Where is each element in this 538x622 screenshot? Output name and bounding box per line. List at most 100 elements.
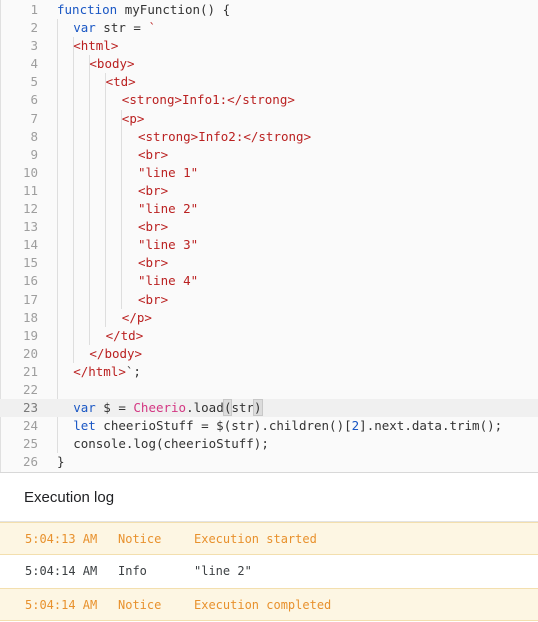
code-line[interactable]: 6 <strong>Info1:</strong>: [0, 91, 538, 109]
code-line-text: </p>: [122, 309, 152, 327]
code-token: <br>: [138, 182, 169, 198]
code-line-text: console.log(cheerioStuff);: [73, 435, 269, 453]
code-line[interactable]: 21 </html>`;: [0, 363, 538, 381]
code-editor[interactable]: 1 function myFunction() { 2 var str = ` 3 <ht…: [0, 0, 538, 473]
line-number: 16: [22, 273, 38, 289]
code-line[interactable]: 1 function myFunction() {: [0, 1, 538, 19]
code-token: "line 4": [138, 273, 199, 289]
code-token: var: [73, 400, 96, 416]
log-timestamp: 5:04:13 AM: [25, 531, 98, 546]
execution-log-panel: Execution log 5:04:13 AM Notice Execution …: [0, 473, 538, 622]
line-number: 12: [22, 201, 38, 217]
code-line-text: let cheerioStuff = $(str).children()[2].…: [73, 417, 502, 435]
code-line[interactable]: 20 </body>: [0, 345, 538, 363]
code-line-text: var $ = Cheerio.load(str): [73, 399, 263, 417]
log-timestamp: 5:04:14 AM: [25, 597, 98, 612]
code-line[interactable]: 4 <body>: [0, 55, 538, 73]
code-line[interactable]: 23 var $ = Cheerio.load(str): [0, 399, 538, 418]
code-line[interactable]: 8 <strong>Info2:</strong>: [0, 128, 538, 146]
code-line-text: "line 1": [138, 164, 198, 182]
code-line-text: <strong>Info2:</strong>: [138, 128, 311, 146]
code-line-text: function myFunction() {: [57, 1, 230, 19]
line-number: 17: [22, 291, 38, 307]
code-line-text: <br>: [138, 182, 168, 200]
code-line-text: <html>: [73, 37, 118, 55]
code-token: `;: [125, 363, 141, 379]
code-token: <br>: [138, 291, 169, 307]
code-line[interactable]: 26}: [0, 453, 538, 471]
line-number: 5: [30, 74, 38, 90]
line-number: 3: [30, 38, 38, 54]
line-number: 1: [30, 2, 38, 17]
execution-log-rows: 5:04:13 AM Notice Execution started 5:04:14…: [0, 522, 538, 622]
code-lines-container[interactable]: 1 function myFunction() { 2 var str = ` 3 <ht…: [0, 0, 538, 471]
code-line[interactable]: 15 <br>: [0, 254, 538, 272]
code-token: </body>: [89, 345, 143, 361]
code-token: "line 2": [138, 201, 199, 217]
code-line[interactable]: 10 "line 1": [0, 164, 538, 182]
code-line-text: <td>: [106, 73, 136, 91]
code-token: "line 1": [138, 164, 199, 180]
execution-log-title: Execution log: [24, 488, 115, 506]
code-line[interactable]: 16 "line 4": [0, 272, 538, 290]
code-line[interactable]: 17 <br>: [0, 291, 538, 309]
code-line-text: }: [57, 453, 65, 471]
line-number: 22: [22, 381, 38, 397]
code-token: function: [57, 2, 118, 17]
code-line-text: <p>: [122, 110, 145, 128]
code-token: <strong>Info2:</strong>: [138, 128, 312, 144]
line-number: 2: [30, 20, 38, 36]
code-line[interactable]: 11 <br>: [0, 182, 538, 200]
code-token: `: [148, 20, 156, 36]
line-number: 7: [30, 110, 38, 126]
code-token: () {: [200, 2, 231, 17]
line-number: 13: [22, 219, 38, 235]
code-token: $ =: [95, 400, 134, 416]
code-line-text: <body>: [89, 55, 134, 73]
code-token: ): [253, 399, 263, 417]
log-level: Notice: [118, 597, 162, 612]
code-token: <br>: [138, 146, 169, 162]
code-token: Cheerio: [133, 400, 187, 416]
code-token: str: [231, 400, 255, 416]
code-line[interactable]: 24 let cheerioStuff = $(str).children()[2…: [0, 417, 538, 435]
code-line[interactable]: 18 </p>: [0, 309, 538, 327]
code-token: <body>: [89, 56, 135, 72]
code-line-text: </td>: [106, 327, 144, 345]
execution-log-row: 5:04:13 AM Notice Execution started: [0, 522, 538, 555]
code-line-text: "line 3": [138, 236, 198, 254]
code-line-text: var str = `: [73, 19, 156, 37]
log-level: Info: [118, 564, 147, 578]
code-line[interactable]: 5 <td>: [0, 73, 538, 91]
line-number: 18: [22, 309, 38, 325]
code-token: </td>: [105, 327, 144, 343]
code-line[interactable]: 22: [0, 381, 538, 399]
code-line[interactable]: 12 "line 2": [0, 200, 538, 218]
code-token: }: [57, 454, 65, 470]
code-token: <br>: [138, 255, 169, 271]
line-number: 10: [22, 164, 38, 180]
line-number: 9: [30, 146, 38, 162]
code-token: <td>: [105, 74, 136, 90]
code-token: str =: [95, 20, 149, 36]
code-line-text: <br>: [138, 254, 168, 272]
code-line[interactable]: 3 <html>: [0, 37, 538, 55]
code-line[interactable]: 13 <br>: [0, 218, 538, 236]
code-line[interactable]: 2 var str = `: [0, 19, 538, 37]
code-line-text: <br>: [138, 218, 168, 236]
code-line[interactable]: 19 </td>: [0, 327, 538, 345]
code-line-text: </html>`;: [73, 363, 141, 381]
code-line[interactable]: 7 <p>: [0, 110, 538, 128]
code-line-text: "line 2": [138, 200, 198, 218]
log-message: Execution started: [194, 531, 317, 546]
code-line[interactable]: 25 console.log(cheerioStuff);: [0, 435, 538, 453]
code-token: <p>: [121, 110, 145, 126]
code-token: myFunction: [124, 2, 201, 17]
line-number: 20: [22, 345, 38, 361]
code-line[interactable]: 14 "line 3": [0, 236, 538, 254]
line-number: 23: [22, 400, 38, 416]
line-number: 14: [22, 237, 38, 253]
code-line[interactable]: 9 <br>: [0, 146, 538, 164]
log-message: "line 2": [194, 564, 252, 578]
line-number: 25: [22, 436, 38, 452]
